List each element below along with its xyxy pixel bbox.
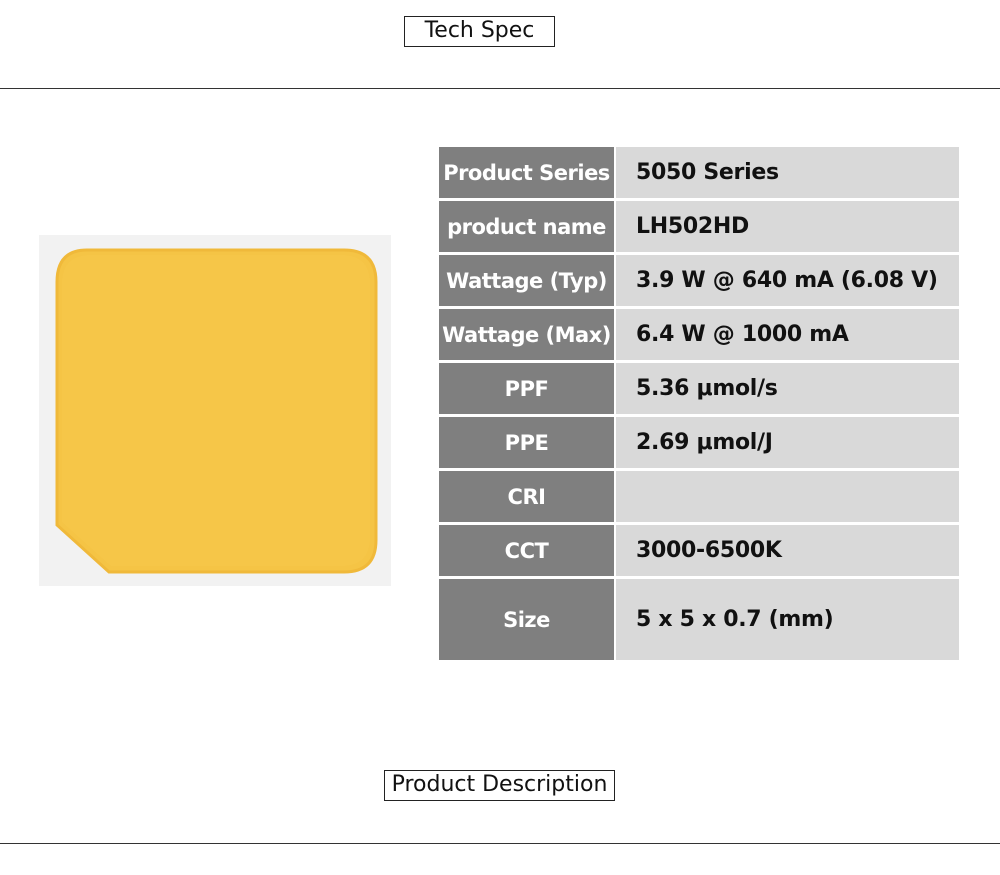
spec-label: product name [439,201,614,255]
spec-row-size: Size 5 x 5 x 0.7 (mm) [439,579,959,660]
spec-label: Wattage (Max) [439,309,614,363]
led-chip-image [39,235,391,586]
product-description-title: Product Description [384,770,615,801]
spec-value: 3000-6500K [614,525,959,579]
spec-value: 2.69 μmol/J [614,417,959,471]
tech-spec-title: Tech Spec [404,16,555,47]
spec-label: Size [439,579,614,660]
spec-value: 5 x 5 x 0.7 (mm) [614,579,959,660]
spec-value: 3.9 W @ 640 mA (6.08 V) [614,255,959,309]
spec-label: PPF [439,363,614,417]
spec-row-ppe: PPE 2.69 μmol/J [439,417,959,471]
spec-label: CCT [439,525,614,579]
spec-value: 6.4 W @ 1000 mA [614,309,959,363]
spec-value: 5.36 μmol/s [614,363,959,417]
spec-table: Product Series 5050 Series product name … [439,147,959,660]
spec-row-wattage-typ: Wattage (Typ) 3.9 W @ 640 mA (6.08 V) [439,255,959,309]
tech-spec-divider [0,88,1000,89]
spec-label: PPE [439,417,614,471]
spec-row-cct: CCT 3000-6500K [439,525,959,579]
spec-row-wattage-max: Wattage (Max) 6.4 W @ 1000 mA [439,309,959,363]
spec-row-cri: CRI [439,471,959,525]
spec-value: 5050 Series [614,147,959,201]
spec-value: LH502HD [614,201,959,255]
spec-row-product-name: product name LH502HD [439,201,959,255]
spec-row-ppf: PPF 5.36 μmol/s [439,363,959,417]
spec-label: Product Series [439,147,614,201]
product-description-divider [0,843,1000,844]
spec-label: Wattage (Typ) [439,255,614,309]
spec-row-product-series: Product Series 5050 Series [439,147,959,201]
spec-value [614,471,959,525]
spec-label: CRI [439,471,614,525]
